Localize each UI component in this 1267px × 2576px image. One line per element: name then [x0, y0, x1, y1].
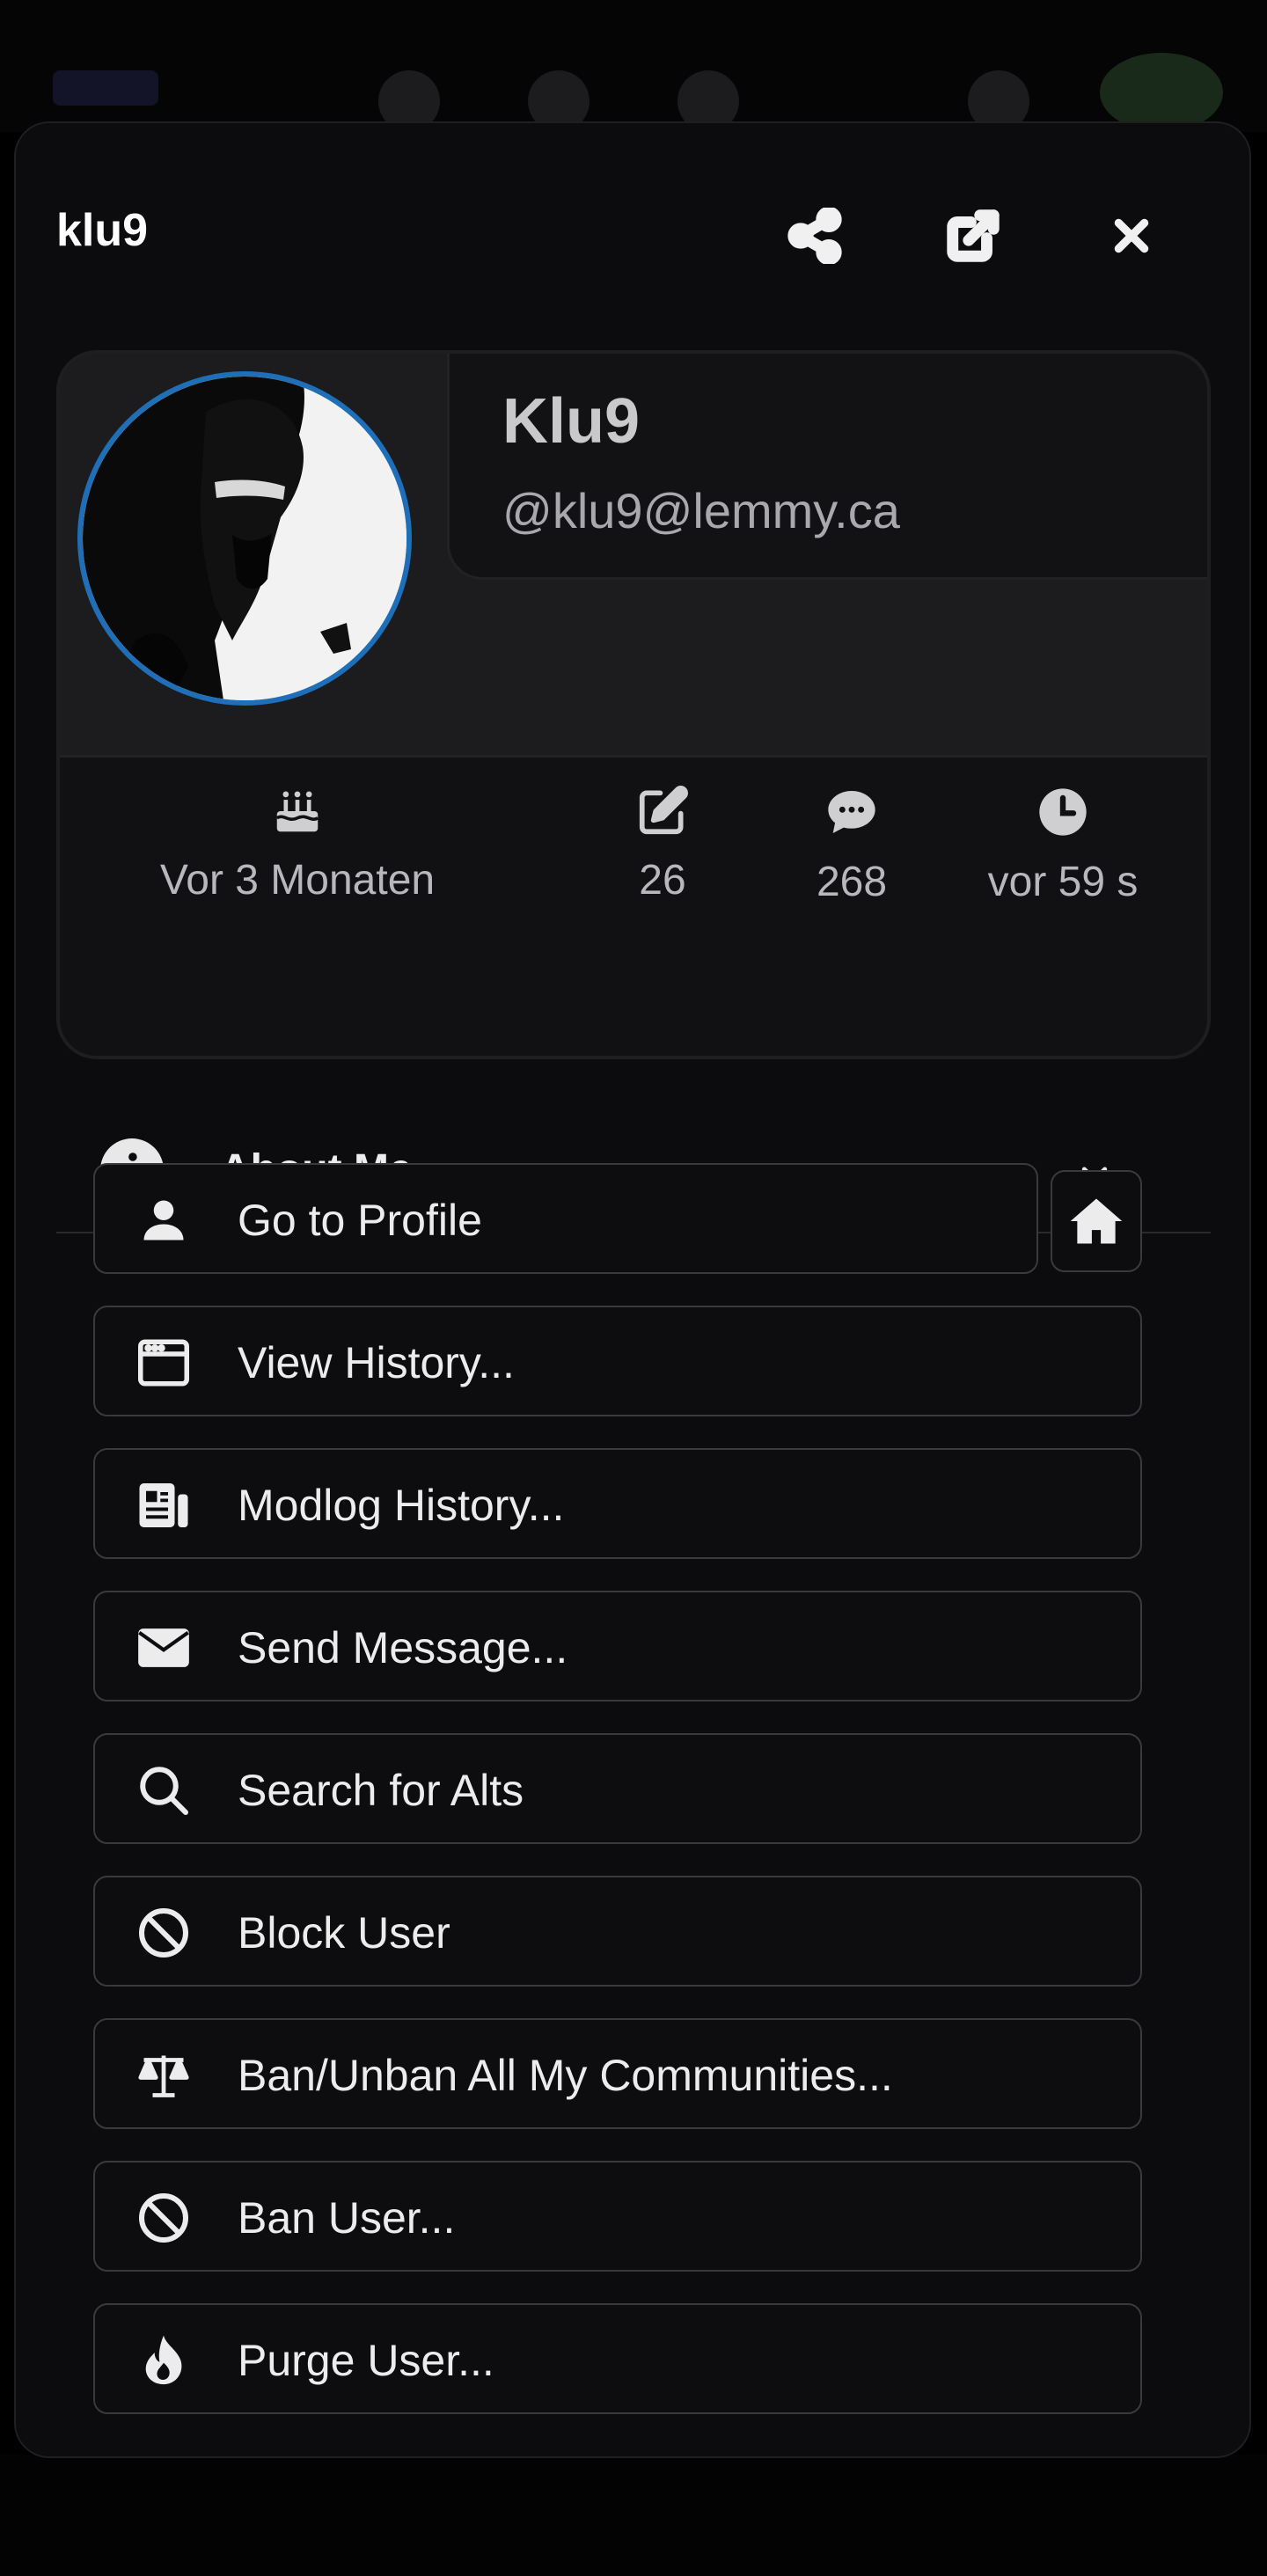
go-to-profile-button[interactable]: Go to Profile	[93, 1163, 1038, 1274]
stat-value: 26	[639, 857, 686, 904]
action-label: Search for Alts	[238, 1766, 524, 1815]
close-button[interactable]	[1096, 201, 1167, 271]
action-label: Block User	[238, 1908, 450, 1958]
purge-user-button[interactable]: Purge User...	[93, 2303, 1142, 2414]
profile-stats: Vor 3 Monaten 26 268 vor 59 s	[60, 755, 1207, 1056]
home-icon	[1070, 1198, 1123, 1244]
action-label: Ban/Unban All My Communities...	[238, 2051, 893, 2100]
display-name: Klu9	[502, 386, 641, 457]
clock-icon	[1039, 788, 1087, 836]
stat-last-seen: vor 59 s	[966, 757, 1160, 933]
comment-icon	[828, 791, 875, 833]
ban-icon	[137, 2192, 190, 2244]
cake-icon	[275, 791, 319, 832]
modal-header: klu9	[16, 123, 1249, 343]
action-label: View History...	[238, 1338, 515, 1387]
action-label: Modlog History...	[238, 1481, 565, 1530]
share-button[interactable]	[780, 201, 850, 271]
close-icon	[1114, 218, 1149, 253]
modal-title: klu9	[56, 205, 149, 256]
modlog-history-button[interactable]: Modlog History...	[93, 1448, 1142, 1559]
ban-icon	[137, 1906, 190, 1959]
stat-comments: 268	[764, 757, 940, 933]
background-bottom-bar	[0, 2455, 1267, 2576]
stat-posts: 26	[588, 757, 737, 933]
block-user-button[interactable]: Block User	[93, 1876, 1142, 1987]
home-instance-button[interactable]	[1051, 1170, 1142, 1272]
edit-icon	[639, 786, 688, 835]
stat-value: Vor 3 Monaten	[159, 857, 436, 904]
avatar-image	[83, 377, 406, 700]
action-label: Go to Profile	[238, 1196, 482, 1245]
search-for-alts-button[interactable]: Search for Alts	[93, 1733, 1142, 1844]
newspaper-icon	[137, 1479, 190, 1532]
avatar[interactable]	[77, 371, 412, 706]
action-label: Ban User...	[238, 2193, 456, 2243]
action-label: Purge User...	[238, 2336, 494, 2385]
envelope-icon	[137, 1621, 190, 1674]
stat-value: vor 59 s	[987, 859, 1139, 905]
name-box: Klu9 @klu9@lemmy.ca	[447, 354, 1207, 580]
ban-user-button[interactable]: Ban User...	[93, 2161, 1142, 2272]
user-icon	[137, 1194, 190, 1247]
ban-unban-communities-button[interactable]: Ban/Unban All My Communities...	[93, 2018, 1142, 2129]
share-icon	[787, 208, 842, 264]
action-label: Send Message...	[238, 1623, 568, 1672]
browser-window-icon	[137, 1336, 190, 1389]
profile-card: Klu9 @klu9@lemmy.ca Vor 3 Monaten 26 268…	[56, 350, 1211, 1059]
external-link-icon	[947, 209, 1000, 262]
view-history-button[interactable]: View History...	[93, 1306, 1142, 1416]
send-message-button[interactable]: Send Message...	[93, 1591, 1142, 1701]
stat-cake-day: Vor 3 Monaten	[157, 757, 438, 933]
search-icon	[137, 1764, 190, 1817]
scale-icon	[137, 2049, 190, 2102]
stat-value: 268	[816, 859, 888, 905]
fire-icon	[137, 2334, 190, 2387]
open-external-button[interactable]	[938, 201, 1008, 271]
background-app-bar	[0, 0, 1267, 132]
user-handle[interactable]: @klu9@lemmy.ca	[502, 482, 900, 539]
